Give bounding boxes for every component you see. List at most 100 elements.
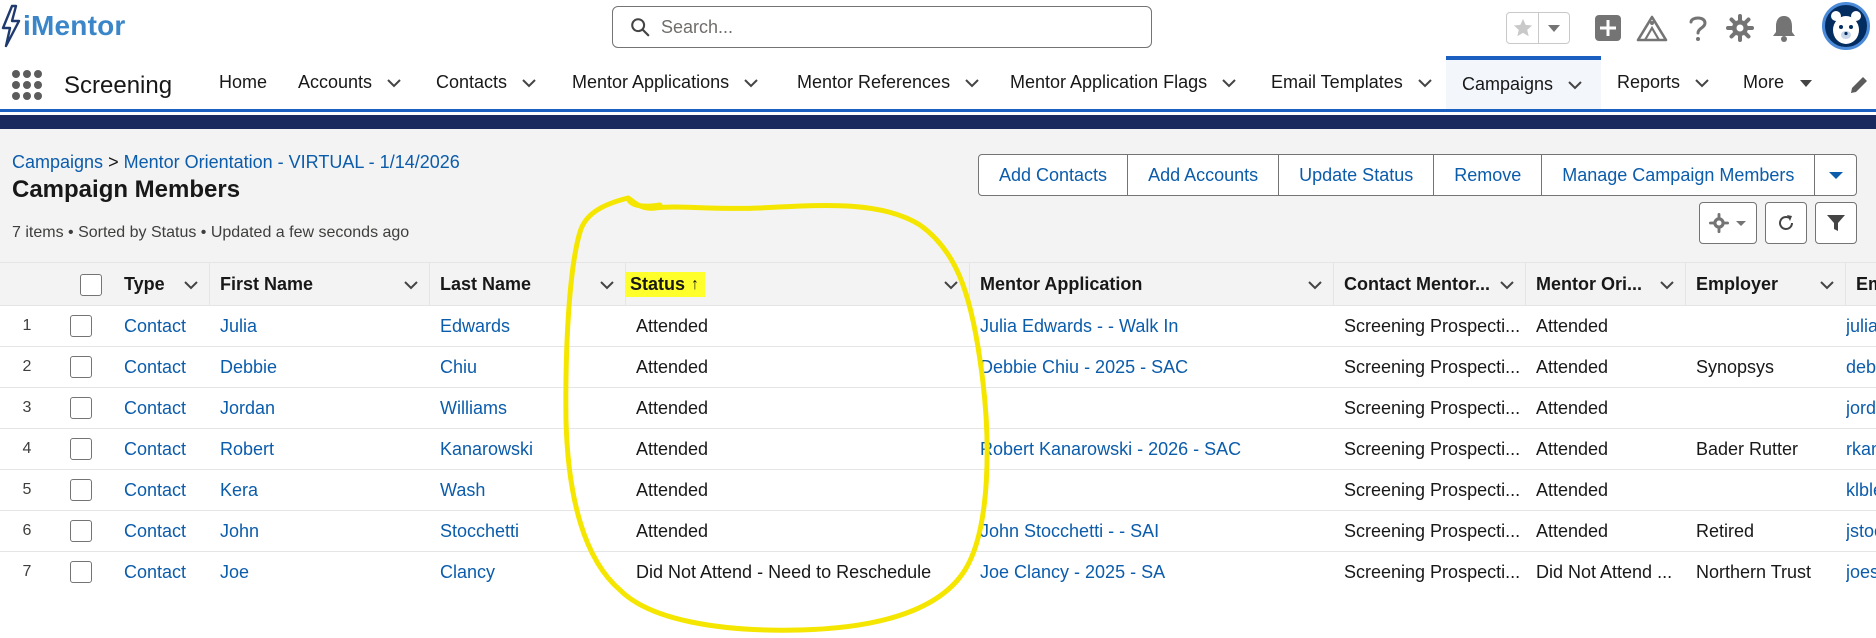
nav-item-campaigns[interactable]: Campaigns (1446, 56, 1601, 109)
last-name-link[interactable]: Kanarowski (440, 429, 620, 469)
imentor-logo[interactable]: iMentor (0, 4, 126, 48)
last-name-link[interactable]: Clancy (440, 552, 620, 592)
column-header-status[interactable]: Status ↑ (626, 263, 970, 306)
first-name-link[interactable]: Julia (220, 306, 420, 346)
mentor-application-link[interactable]: John Stocchetti - - SAI (980, 511, 1330, 551)
mentor-application-link[interactable] (980, 388, 1330, 428)
chevron-down-icon[interactable] (386, 75, 402, 91)
email-link[interactable]: jord (1846, 388, 1876, 428)
email-link[interactable]: joes (1846, 552, 1876, 592)
type-cell[interactable]: Contact (124, 470, 210, 510)
row-checkbox[interactable] (70, 397, 92, 419)
row-checkbox[interactable] (70, 561, 92, 583)
chevron-down-icon[interactable] (403, 277, 419, 293)
mentor-application-link[interactable]: Debbie Chiu - 2025 - SAC (980, 347, 1330, 387)
nav-item-email-templates[interactable]: Email Templates (1271, 56, 1433, 109)
breadcrumb-campaign-link[interactable]: Mentor Orientation - VIRTUAL - 1/14/2026 (124, 152, 460, 172)
favorite-star-button[interactable] (1507, 13, 1539, 43)
list-settings-button[interactable] (1699, 202, 1757, 244)
chevron-down-icon[interactable] (599, 277, 615, 293)
type-cell[interactable]: Contact (124, 347, 210, 387)
help-button[interactable] (1680, 10, 1716, 46)
nav-item-mentor-references[interactable]: Mentor References (797, 56, 980, 109)
mentor-application-link[interactable]: Joe Clancy - 2025 - SA (980, 552, 1330, 592)
more-actions-button[interactable] (1815, 154, 1858, 196)
row-checkbox[interactable] (70, 356, 92, 378)
column-header-mentor-orientation[interactable]: Mentor Ori... (1526, 263, 1686, 306)
nav-item-contacts[interactable]: Contacts (436, 56, 537, 109)
column-header-first-name[interactable]: First Name (210, 263, 430, 306)
email-link[interactable]: julia (1846, 306, 1876, 346)
notifications-button[interactable] (1766, 10, 1802, 46)
nav-item-mentor-applications[interactable]: Mentor Applications (572, 56, 759, 109)
last-name-link[interactable]: Wash (440, 470, 620, 510)
first-name-link[interactable]: Robert (220, 429, 420, 469)
chevron-down-icon[interactable] (1417, 75, 1433, 91)
chevron-down-icon[interactable] (1798, 75, 1814, 91)
chevron-down-icon[interactable] (1221, 75, 1237, 91)
chevron-down-icon[interactable] (1819, 277, 1835, 293)
row-checkbox[interactable] (70, 520, 92, 542)
select-all-checkbox[interactable] (80, 273, 102, 296)
chevron-down-icon[interactable] (943, 277, 959, 293)
column-header-employer[interactable]: Employer (1686, 263, 1846, 306)
column-header-mentor-application[interactable]: Mentor Application (970, 263, 1334, 306)
chevron-down-icon[interactable] (1307, 277, 1323, 293)
email-link[interactable]: jstoc (1846, 511, 1876, 551)
type-cell[interactable]: Contact (124, 429, 210, 469)
chevron-down-icon[interactable] (1694, 75, 1710, 91)
search-input[interactable] (661, 16, 1141, 38)
row-checkbox[interactable] (70, 438, 92, 460)
first-name-link[interactable]: John (220, 511, 420, 551)
nav-item-mentor-application-flags[interactable]: Mentor Application Flags (1010, 56, 1237, 109)
mentor-application-link[interactable]: Robert Kanarowski - 2026 - SAC (980, 429, 1330, 469)
email-link[interactable]: debb (1846, 347, 1876, 387)
chevron-down-icon[interactable] (183, 277, 199, 293)
first-name-link[interactable]: Jordan (220, 388, 420, 428)
global-actions-button[interactable] (1590, 10, 1626, 46)
chevron-down-icon[interactable] (1659, 277, 1675, 293)
first-name-link[interactable]: Kera (220, 470, 420, 510)
filter-button[interactable] (1815, 202, 1857, 244)
nav-item-reports[interactable]: Reports (1617, 56, 1710, 109)
nav-item-accounts[interactable]: Accounts (298, 56, 402, 109)
breadcrumb-campaigns-link[interactable]: Campaigns (12, 152, 103, 172)
add-accounts-button[interactable]: Add Accounts (1128, 154, 1280, 196)
first-name-link[interactable]: Debbie (220, 347, 420, 387)
chevron-down-icon[interactable] (743, 75, 759, 91)
email-link[interactable]: rkan (1846, 429, 1876, 469)
avatar[interactable] (1822, 2, 1870, 50)
type-cell[interactable]: Contact (124, 388, 210, 428)
chevron-down-icon[interactable] (1567, 77, 1583, 93)
type-cell[interactable]: Contact (124, 552, 210, 592)
row-checkbox[interactable] (70, 315, 92, 337)
column-header-last-name[interactable]: Last Name (430, 263, 626, 306)
column-header-type[interactable]: Type (114, 263, 210, 306)
last-name-link[interactable]: Stocchetti (440, 511, 620, 551)
type-cell[interactable]: Contact (124, 511, 210, 551)
column-header-contact-mentor[interactable]: Contact Mentor... (1334, 263, 1526, 306)
app-launcher-icon[interactable] (12, 70, 42, 100)
favorites-menu-button[interactable] (1539, 13, 1569, 43)
mentor-application-link[interactable]: Julia Edwards - - Walk In (980, 306, 1330, 346)
chevron-down-icon[interactable] (521, 75, 537, 91)
remove-button[interactable]: Remove (1434, 154, 1543, 196)
last-name-link[interactable]: Chiu (440, 347, 620, 387)
trailhead-button[interactable] (1634, 10, 1670, 46)
edit-pencil-icon[interactable] (1848, 74, 1870, 96)
row-checkbox[interactable] (70, 479, 92, 501)
mentor-application-link[interactable] (980, 470, 1330, 510)
manage-campaign-members-button[interactable]: Manage Campaign Members (1542, 154, 1816, 196)
update-status-button[interactable]: Update Status (1279, 154, 1435, 196)
column-header-email[interactable]: Ema (1846, 263, 1876, 306)
add-contacts-button[interactable]: Add Contacts (978, 154, 1129, 196)
refresh-button[interactable] (1765, 202, 1807, 244)
chevron-down-icon[interactable] (964, 75, 980, 91)
setup-button[interactable] (1722, 10, 1758, 46)
last-name-link[interactable]: Edwards (440, 306, 620, 346)
first-name-link[interactable]: Joe (220, 552, 420, 592)
chevron-down-icon[interactable] (1499, 277, 1515, 293)
nav-item-more[interactable]: More (1743, 56, 1814, 109)
type-cell[interactable]: Contact (124, 306, 210, 346)
nav-item-home[interactable]: Home (219, 56, 267, 109)
